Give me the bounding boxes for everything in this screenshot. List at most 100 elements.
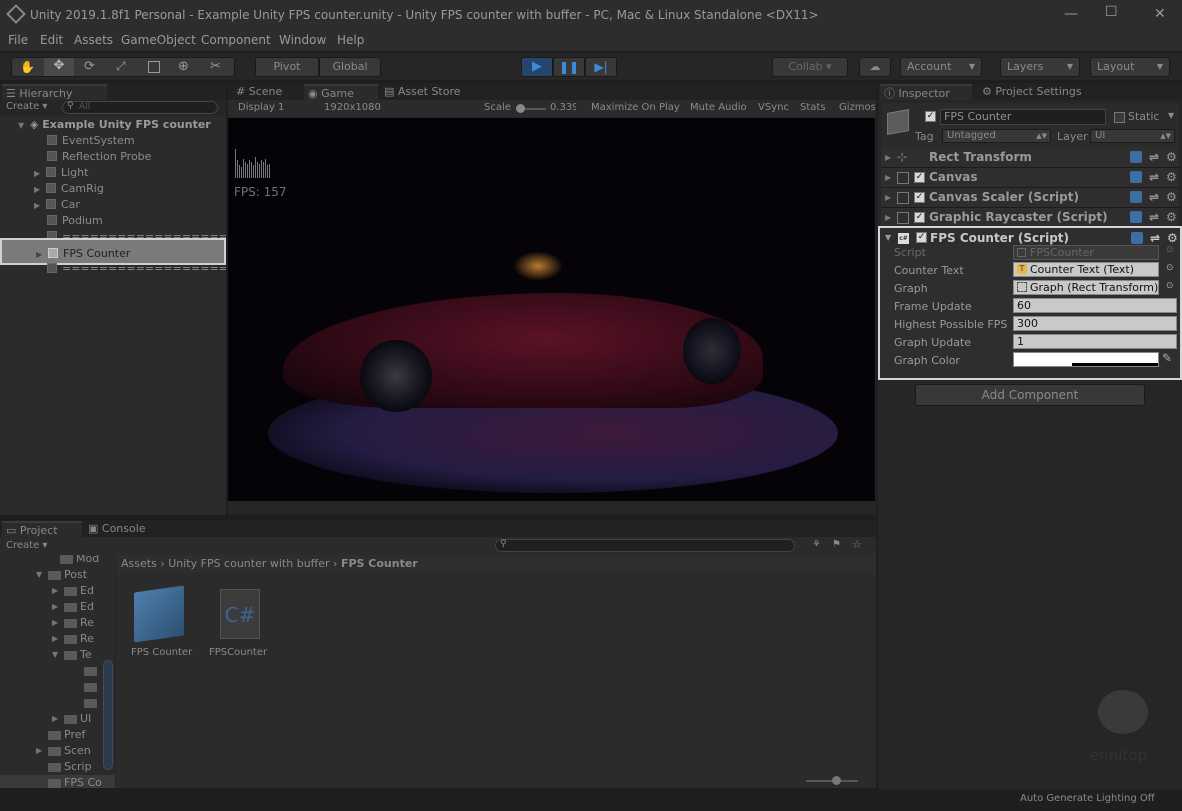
help-icon[interactable] (1130, 211, 1142, 223)
play-button[interactable]: ▶ (521, 57, 553, 77)
tab-console[interactable]: ▣ Console (84, 521, 164, 537)
create-dropdown[interactable]: Create ▾ (6, 540, 47, 551)
breadcrumb-item[interactable]: Unity FPS counter with buffer (168, 557, 329, 570)
tree-item[interactable] (0, 679, 115, 695)
global-toggle[interactable]: Global (319, 57, 381, 77)
component-canvas[interactable]: ▶ ✓ Canvas ⇌ ⚙ (881, 168, 1179, 188)
mute-audio-toggle[interactable]: Mute Audio (690, 102, 747, 113)
rect-tool-icon[interactable] (148, 61, 160, 73)
tree-scrollbar[interactable] (103, 660, 113, 770)
menu-component[interactable]: Component (201, 33, 271, 47)
search-input[interactable]: ⚲ All (62, 101, 218, 114)
list-item[interactable]: ==================== (0, 261, 226, 277)
component-graphic-raycaster[interactable]: ▶ ✓ Graphic Raycaster (Script) ⇌ ⚙ (881, 208, 1179, 228)
hand-tool-icon[interactable]: ✋ (20, 60, 35, 74)
expand-arrow-icon[interactable]: ▶ (34, 182, 46, 198)
object-name-field[interactable]: FPS Counter (940, 109, 1106, 125)
graph-update-field[interactable]: 1 (1013, 334, 1177, 349)
collapse-arrow-icon[interactable]: ▶ (885, 168, 891, 187)
list-item[interactable]: Reflection Probe (0, 149, 226, 165)
tree-item[interactable]: Pref (0, 727, 115, 743)
collapse-arrow-icon[interactable]: ▶ (885, 188, 891, 207)
expand-arrow-icon[interactable]: ▶ (34, 198, 46, 214)
tab-project-settings[interactable]: ⚙ Project Settings (978, 84, 1098, 100)
tab-project[interactable]: ▭ Project (2, 521, 82, 537)
tab-hierarchy[interactable]: ☰ Hierarchy (2, 84, 107, 100)
expand-arrow-icon[interactable]: ▶ (52, 711, 58, 727)
highest-fps-field[interactable]: 300 (1013, 316, 1177, 331)
enabled-checkbox[interactable]: ✓ (914, 212, 925, 223)
tab-scene[interactable]: # Scene (232, 84, 302, 100)
help-icon[interactable] (1130, 191, 1142, 203)
gear-icon[interactable]: ⚙ (1166, 148, 1177, 167)
list-item[interactable]: ▶ Car (0, 197, 226, 213)
menu-gameobject[interactable]: GameObject (121, 33, 196, 47)
tree-item[interactable]: ▶ Scen (0, 743, 115, 759)
active-checkbox[interactable]: ✓ (925, 111, 936, 122)
component-rect-transform[interactable]: ▶ ⊹ Rect Transform ⇌ ⚙ (881, 148, 1179, 168)
tag-dropdown[interactable]: Untagged ▲▼ (942, 129, 1051, 143)
tree-item[interactable]: FPS Co (0, 775, 115, 788)
collapse-arrow-icon[interactable]: ▶ (885, 148, 891, 167)
scene-root[interactable]: ▼ ◈ Example Unity FPS counter (0, 117, 226, 133)
gear-icon[interactable]: ⚙ (1166, 168, 1177, 187)
expand-arrow-icon[interactable]: ▶ (34, 166, 46, 182)
tree-item[interactable]: ▶ Ed (0, 583, 115, 599)
scale-slider[interactable] (516, 104, 546, 113)
expand-arrow-icon[interactable]: ▼ (885, 228, 891, 248)
asset-item[interactable]: C# FPSCounter (206, 587, 276, 667)
expand-arrow-icon[interactable]: ▼ (0, 118, 30, 134)
tree-item[interactable]: ▶ Re (0, 615, 115, 631)
close-button[interactable]: ✕ (1154, 6, 1166, 22)
menu-help[interactable]: Help (337, 33, 364, 47)
eyedropper-icon[interactable]: ✎ (1162, 351, 1172, 365)
frame-update-field[interactable]: 60 (1013, 298, 1177, 313)
tree-item[interactable] (0, 695, 115, 711)
layout-dropdown[interactable]: Layout ▼ (1090, 57, 1170, 77)
gear-icon[interactable]: ⚙ (1166, 208, 1177, 227)
transform-tool-icon[interactable]: ⊕ (178, 59, 189, 74)
tree-item[interactable]: ▶ Re (0, 631, 115, 647)
list-item[interactable]: Podium (0, 213, 226, 229)
tree-item[interactable]: ▼ Te (0, 647, 115, 663)
expand-arrow-icon[interactable]: ▼ (36, 567, 42, 583)
display-dropdown[interactable]: Display 1 (238, 102, 284, 113)
expand-arrow-icon[interactable]: ▶ (52, 599, 58, 615)
expand-arrow-icon[interactable]: ▼ (52, 647, 58, 663)
object-picker-icon[interactable]: ⊙ (1166, 281, 1174, 291)
counter-text-field[interactable]: T Counter Text (Text) (1013, 262, 1159, 277)
object-picker-icon[interactable]: ⊙ (1166, 245, 1174, 255)
maximize-on-play-toggle[interactable]: Maximize On Play (591, 102, 680, 113)
filter-label-icon[interactable]: ⚑ (832, 539, 841, 550)
add-component-button[interactable]: Add Component (915, 384, 1145, 406)
tree-item[interactable]: Mod (0, 555, 115, 567)
maximize-button[interactable]: ☐ (1105, 4, 1118, 20)
step-button[interactable]: ▶| (585, 57, 617, 77)
account-dropdown[interactable]: Account ▼ (900, 57, 982, 77)
enabled-checkbox[interactable]: ✓ (914, 172, 925, 183)
help-icon[interactable] (1130, 171, 1142, 183)
layers-dropdown[interactable]: Layers ▼ (1000, 57, 1080, 77)
chevron-down-icon[interactable]: ▼ (1168, 111, 1174, 120)
collab-dropdown[interactable]: Collab ▾ (772, 57, 848, 77)
slider-thumb[interactable] (516, 104, 525, 113)
component-canvas-scaler[interactable]: ▶ ✓ Canvas Scaler (Script) ⇌ ⚙ (881, 188, 1179, 208)
gizmos-dropdown[interactable]: Gizmos (839, 102, 875, 113)
move-tool-icon[interactable]: ✥ (44, 58, 74, 76)
preset-icon[interactable]: ⇌ (1149, 188, 1159, 207)
help-icon[interactable] (1130, 151, 1142, 163)
enabled-checkbox[interactable]: ✓ (916, 232, 927, 243)
gear-icon[interactable]: ⚙ (1166, 188, 1177, 207)
game-view[interactable]: FPS: 157 (228, 118, 875, 501)
static-checkbox[interactable] (1114, 112, 1125, 123)
expand-arrow-icon[interactable]: ▶ (36, 743, 42, 759)
tree-item[interactable]: ▶ UI (0, 711, 115, 727)
slider-thumb[interactable] (832, 776, 841, 785)
expand-arrow-icon[interactable]: ▶ (52, 583, 58, 599)
scale-tool-icon[interactable]: ⤢ (116, 59, 126, 74)
enabled-checkbox[interactable]: ✓ (914, 192, 925, 203)
list-item[interactable]: ▶ CamRig (0, 181, 226, 197)
list-item[interactable]: EventSystem (0, 133, 226, 149)
object-picker-icon[interactable]: ⊙ (1166, 263, 1174, 273)
minimize-button[interactable]: — (1064, 6, 1078, 22)
